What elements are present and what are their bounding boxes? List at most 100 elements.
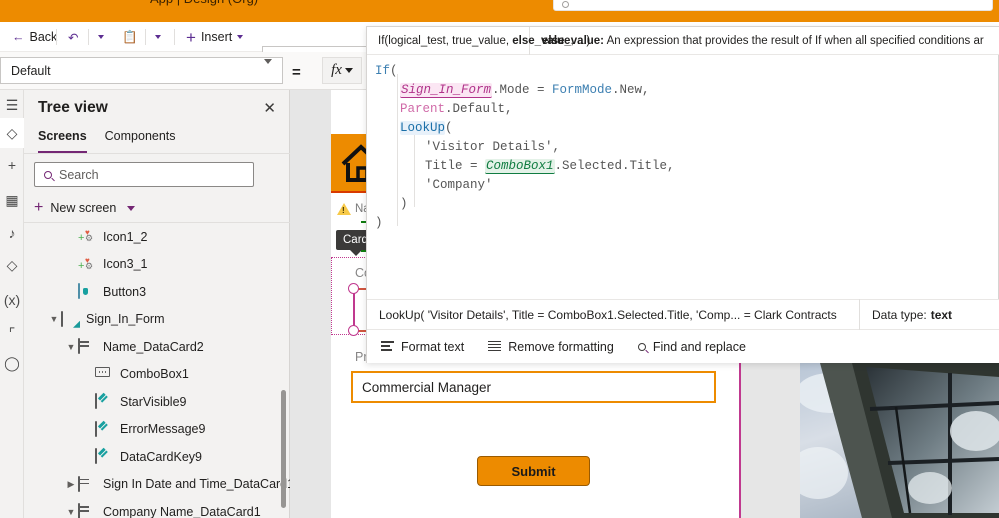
- tree-item-label: Button3: [103, 284, 147, 299]
- tree-item-button3[interactable]: Button3: [24, 278, 290, 306]
- chevron-down-icon[interactable]: ▼: [47, 314, 61, 324]
- find-and-replace-button[interactable]: Find and replace: [637, 339, 746, 354]
- chevron-down-icon: [264, 58, 272, 78]
- plus-icon: +: [186, 27, 196, 47]
- format-text-button[interactable]: Format text: [381, 340, 464, 354]
- search-icon: [44, 170, 52, 179]
- tree-item-errormessage9[interactable]: ErrorMessage9: [24, 416, 290, 444]
- tree-item-label: Name_DataCard2: [103, 339, 204, 354]
- insert-button[interactable]: + Insert: [180, 22, 249, 52]
- remove-formatting-label: Remove formatting: [508, 339, 614, 354]
- position-text-value: Commercial Manager: [362, 379, 492, 395]
- tree-item-combobox1[interactable]: ComboBox1: [24, 361, 290, 389]
- back-button[interactable]: ← Back: [6, 22, 63, 52]
- close-icon[interactable]: ✕: [263, 99, 276, 117]
- tab-components[interactable]: Components: [105, 126, 176, 153]
- tree-item-starvisible9[interactable]: StarVisible9: [24, 388, 290, 416]
- chevron-down-icon: [127, 205, 136, 211]
- formula-data-type: Data type: text: [859, 299, 999, 330]
- data-icon[interactable]: ▦: [0, 185, 24, 215]
- formula-code-area[interactable]: If(Sign_In_Form.Mode = FormMode.New, Pare…: [367, 55, 999, 299]
- components-icon[interactable]: ◯: [0, 348, 24, 378]
- resize-handle-bottom[interactable]: [348, 325, 359, 336]
- resize-handle-top[interactable]: [348, 283, 359, 294]
- tree-search-placeholder: Search: [59, 167, 99, 182]
- plus-icon: +: [34, 199, 44, 216]
- insert-label: Insert: [200, 30, 233, 44]
- label-icon: [95, 393, 113, 410]
- chevron-down-icon[interactable]: ▼: [64, 342, 78, 352]
- icon-control-icon: + ♥ ⚙: [78, 255, 94, 272]
- global-search-input[interactable]: [553, 0, 993, 11]
- menu-icon[interactable]: ☰: [0, 90, 24, 120]
- warning-icon: [337, 203, 351, 215]
- tree-item-name-datacard2[interactable]: ▼ Name_DataCard2: [24, 333, 290, 361]
- property-value: Default: [11, 63, 51, 78]
- data-type-label: Data type:: [872, 307, 927, 322]
- formula-editor-panel[interactable]: If(logical_test, true_value, else_value,…: [366, 26, 999, 363]
- formula-intellisense-tooltip: If(logical_test, true_value, else_value,…: [367, 26, 999, 55]
- tree-item-sign-in-date-and-time-datacard1[interactable]: ▶ Sign In Date and Time_DataCard1: [24, 471, 290, 499]
- tree-item-icon3-1[interactable]: + ♥ ⚙ Icon3_1: [24, 251, 290, 279]
- tree-item-label: Company Name_DataCard1: [103, 504, 261, 518]
- find-and-replace-label: Find and replace: [652, 339, 746, 354]
- insert-icon[interactable]: +: [0, 150, 24, 180]
- tree-scrollbar-thumb[interactable]: [281, 390, 286, 508]
- remove-formatting-icon: [488, 341, 502, 352]
- tree-item-label: ErrorMessage9: [120, 422, 206, 437]
- tree-item-company-name-datacard1[interactable]: ▼ Company Name_DataCard1: [24, 498, 290, 518]
- formula-result-bar: LookUp( 'Visitor Details', Title = Combo…: [367, 299, 999, 330]
- parameter-name: else_value:: [542, 34, 605, 47]
- equals-sign: =: [292, 64, 301, 81]
- selection-connector: [353, 288, 355, 330]
- datacard-icon: [78, 503, 96, 518]
- formula-code-line: LookUp(: [400, 121, 453, 135]
- tree-search-input[interactable]: Search: [34, 162, 254, 187]
- app-title-bar: App | Design (Org): [0, 0, 999, 22]
- tree-view-icon[interactable]: ◇: [0, 118, 24, 148]
- fx-button[interactable]: fx: [322, 57, 362, 84]
- submit-label: Submit: [511, 463, 556, 479]
- data-type-value: text: [930, 307, 953, 322]
- property-dropdown[interactable]: Default: [0, 57, 283, 84]
- tab-screens[interactable]: Screens: [38, 126, 87, 153]
- undo-dropdown[interactable]: [92, 22, 110, 52]
- tree-item-label: Sign_In_Form: [86, 312, 165, 327]
- tree-item-label: ComboBox1: [120, 367, 189, 382]
- background-photo: [800, 363, 999, 518]
- undo-button[interactable]: ↶: [62, 22, 84, 52]
- tree-view-panel: Tree view ✕ Screens Components Search + …: [24, 90, 290, 518]
- chevron-down-icon: [98, 35, 104, 39]
- combobox-icon: [95, 366, 113, 382]
- chevron-down-icon[interactable]: ▼: [64, 507, 78, 517]
- tree-item-icon1-2[interactable]: + ♥ ⚙ Icon1_2: [24, 223, 290, 251]
- formula-code-line: 'Visitor Details',: [425, 140, 561, 154]
- back-label: Back: [29, 30, 58, 44]
- formula-signature: If(logical_test, true_value, else_value,…: [367, 26, 590, 55]
- search-rail-icon[interactable]: ⌜: [0, 318, 24, 348]
- formula-code-line: Title = ComboBox1.Selected.Title,: [425, 159, 675, 174]
- themes-icon[interactable]: ◇: [0, 250, 24, 280]
- search-icon: [637, 342, 646, 351]
- label-icon: [95, 448, 113, 465]
- submit-button[interactable]: Submit: [477, 456, 590, 486]
- paste-button[interactable]: 📋: [116, 22, 144, 52]
- tree-item-datacardkey9[interactable]: DataCardKey9: [24, 443, 290, 471]
- paste-dropdown[interactable]: [149, 22, 167, 52]
- form-icon: [61, 310, 79, 327]
- position-text-input[interactable]: Commercial Manager: [351, 371, 716, 403]
- arrow-left-icon: ←: [12, 30, 25, 44]
- remove-formatting-button[interactable]: Remove formatting: [488, 340, 614, 354]
- validation-warning: Na: [337, 203, 370, 215]
- tree-item-sign-in-form[interactable]: ▼ Sign_In_Form: [24, 306, 290, 334]
- formula-code-line: If(: [375, 64, 398, 78]
- variables-icon[interactable]: (x): [0, 285, 24, 315]
- media-icon[interactable]: ♪: [0, 218, 24, 248]
- clipboard-icon: 📋: [122, 29, 138, 44]
- datacard-icon: [78, 475, 96, 492]
- formula-code-line: Sign_In_Form.Mode = FormMode.New,: [400, 83, 650, 98]
- formula-action-bar: Format text Remove formatting Find and r…: [367, 330, 999, 363]
- chevron-right-icon[interactable]: ▶: [64, 479, 78, 490]
- new-screen-button[interactable]: + New screen: [34, 199, 136, 216]
- tree-item-list: + ♥ ⚙ Icon1_2 + ♥ ⚙ Icon3_1 Button3 ▼ Sign_In_Form…: [24, 223, 290, 518]
